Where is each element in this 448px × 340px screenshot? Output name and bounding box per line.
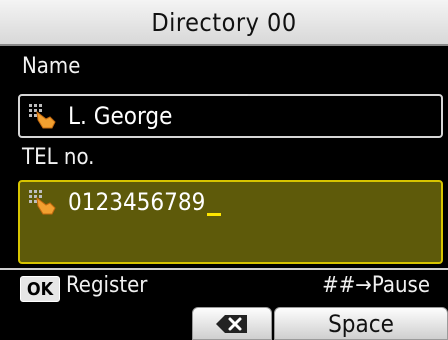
ok-key-icon: OK (20, 276, 60, 302)
hand-pointer-icon (29, 190, 56, 215)
name-field[interactable]: L. George (18, 94, 443, 138)
page-title: Directory 00 (151, 7, 297, 37)
pause-hint: ##→Pause (322, 273, 430, 298)
footer-divider (0, 268, 448, 270)
hand-pointer-icon (29, 104, 56, 129)
title-bar: Directory 00 (0, 0, 448, 46)
name-value: L. George (68, 102, 173, 130)
space-button-label: Space (328, 309, 394, 338)
fax-directory-screen: Directory 00 Name L. George TEL no. 0123… (0, 0, 448, 340)
tel-field[interactable]: 0123456789 (18, 180, 443, 264)
backspace-button[interactable] (192, 307, 272, 340)
backspace-icon (216, 314, 247, 333)
register-hint: Register (66, 273, 148, 298)
space-button[interactable]: Space (274, 307, 448, 340)
text-cursor (207, 213, 222, 216)
tel-value-wrap: 0123456789 (68, 188, 222, 216)
tel-value: 0123456789 (68, 188, 206, 216)
name-label: Name (22, 54, 81, 79)
tel-label: TEL no. (22, 145, 95, 170)
